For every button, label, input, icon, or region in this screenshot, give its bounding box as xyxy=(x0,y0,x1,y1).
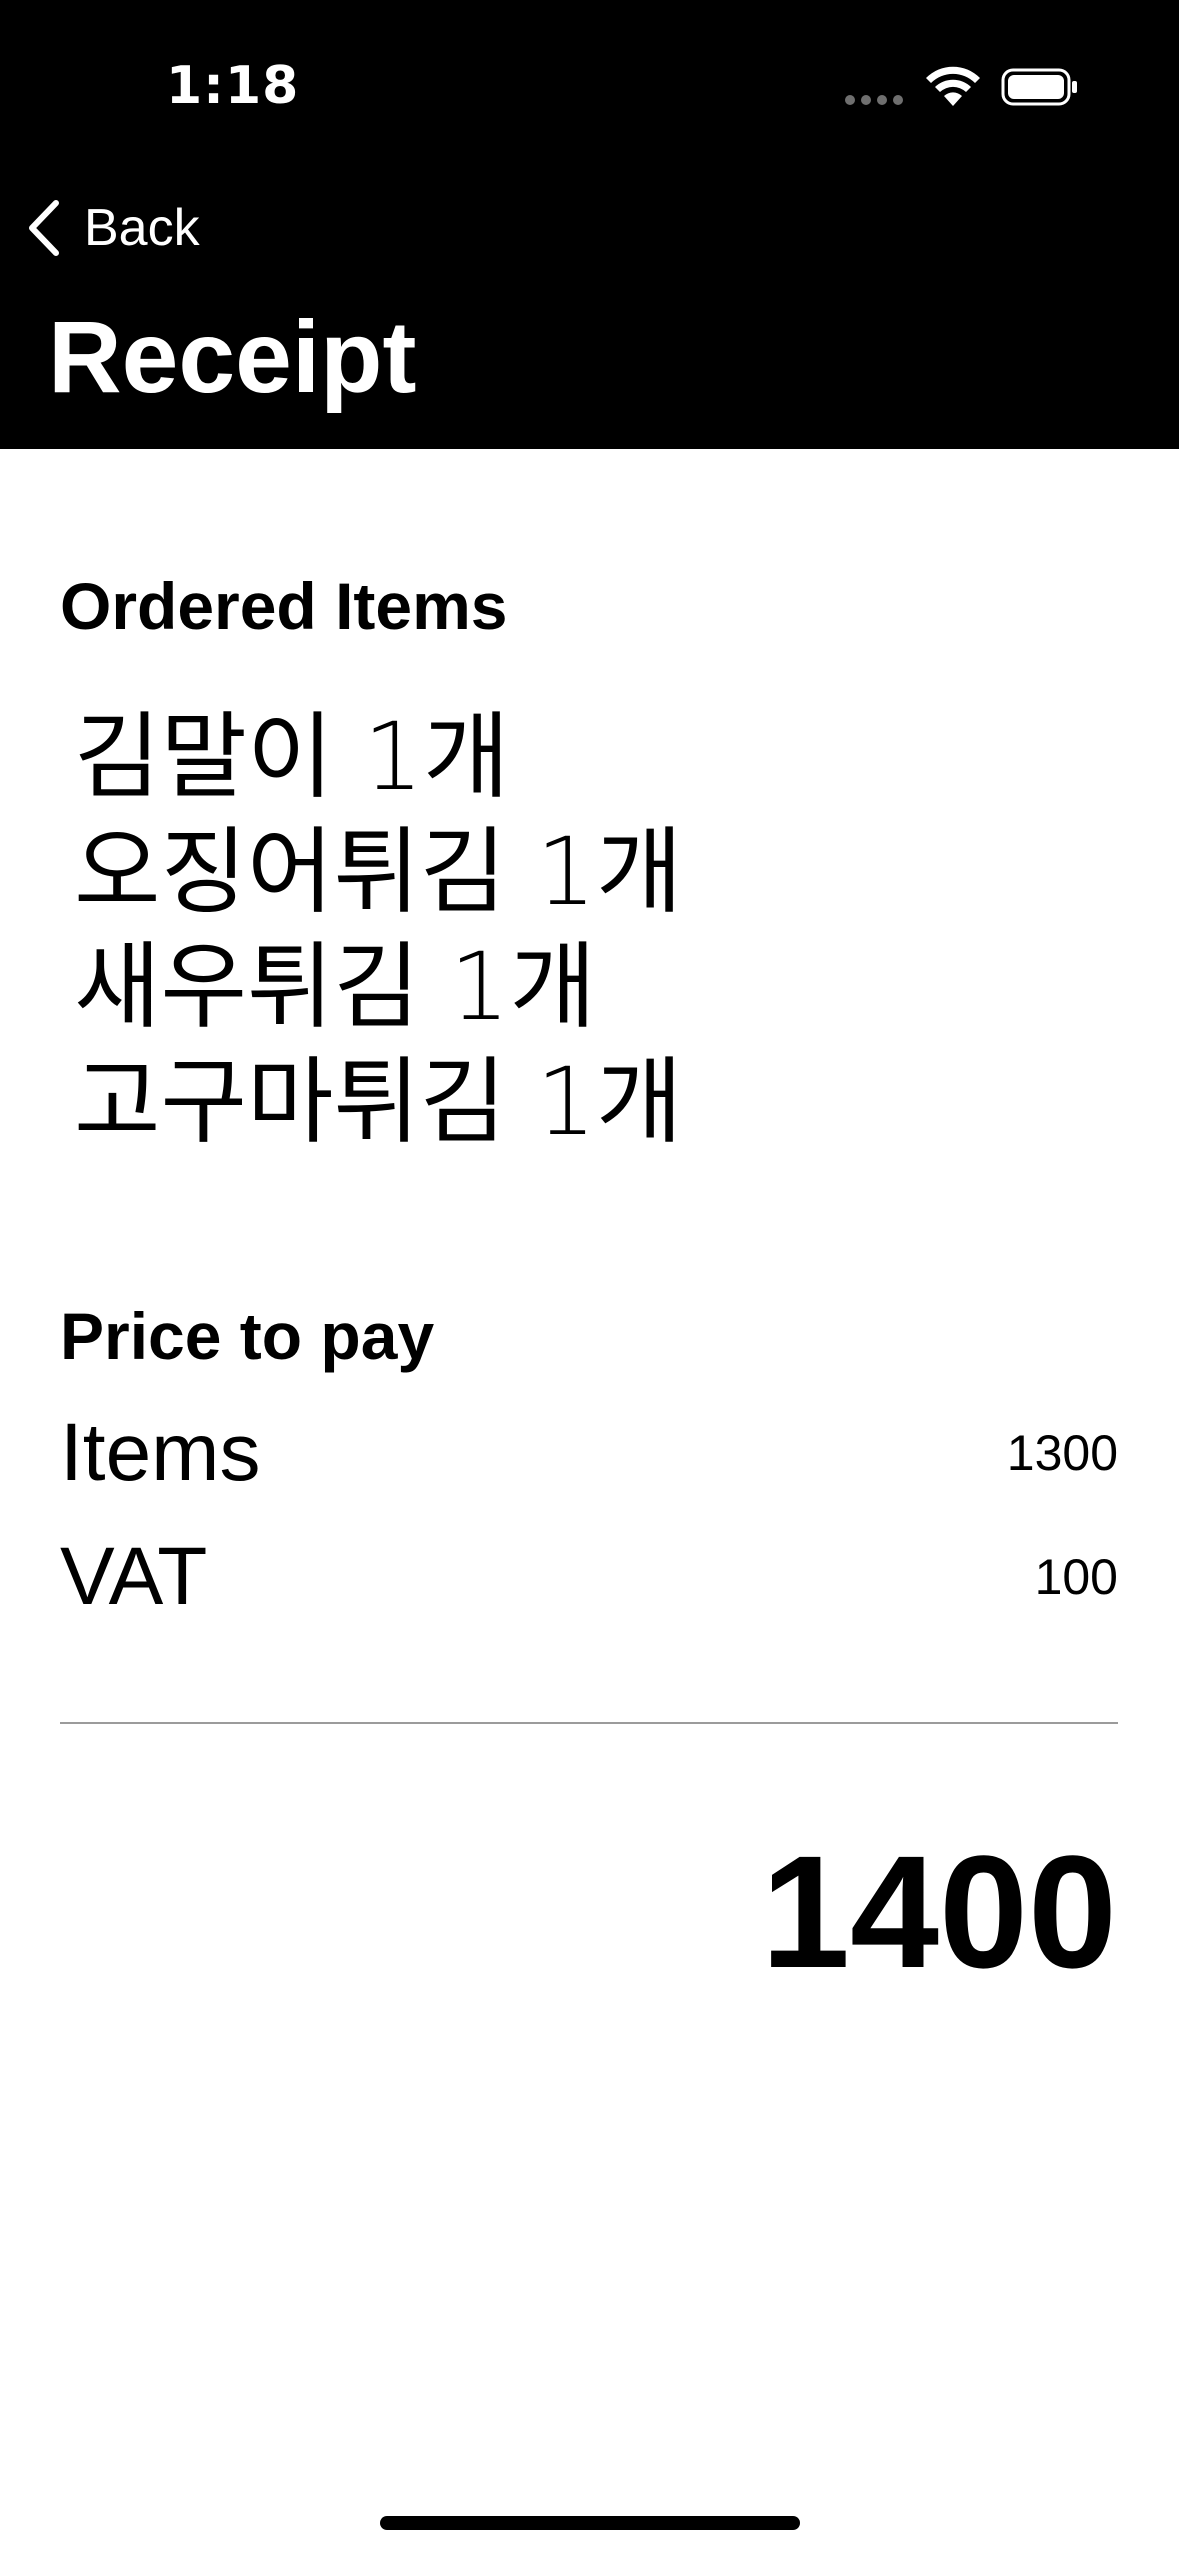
ordered-items-title: Ordered Items xyxy=(60,569,508,643)
total-price: 1400 xyxy=(761,1822,1117,2001)
list-item: 오징어튀김 1개 xyxy=(74,818,683,927)
divider xyxy=(60,1722,1118,1724)
list-item: 고구마튀김 1개 xyxy=(74,1048,683,1157)
wifi-icon xyxy=(926,66,980,106)
home-indicator[interactable] xyxy=(380,2516,800,2530)
header: 1:18 Back Receipt xyxy=(0,0,1179,449)
back-button[interactable]: Back xyxy=(26,196,200,260)
price-row-value: 100 xyxy=(1034,1549,1118,1605)
price-to-pay-title: Price to pay xyxy=(60,1299,435,1373)
price-row-label: VAT xyxy=(60,1531,208,1622)
price-row-items: Items 1300 xyxy=(60,1407,1118,1498)
page-title: Receipt xyxy=(48,300,417,414)
ordered-items-list: 김말이 1개 오징어튀김 1개 새우튀김 1개 고구마튀김 1개 xyxy=(74,700,683,1160)
list-item: 김말이 1개 xyxy=(74,703,510,812)
price-row-vat: VAT 100 xyxy=(60,1531,1118,1622)
list-item: 새우튀김 1개 xyxy=(74,933,597,1042)
chevron-left-icon xyxy=(29,200,59,256)
signal-dots-icon xyxy=(845,95,905,105)
receipt-screen: 1:18 Back Receipt Ordered Items 김말이 1개 오… xyxy=(0,0,1179,2556)
price-row-label: Items xyxy=(60,1407,261,1498)
status-time: 1:18 xyxy=(166,56,300,116)
price-row-value: 1300 xyxy=(1006,1425,1118,1481)
battery-icon xyxy=(1001,68,1077,106)
back-label: Back xyxy=(84,199,200,257)
